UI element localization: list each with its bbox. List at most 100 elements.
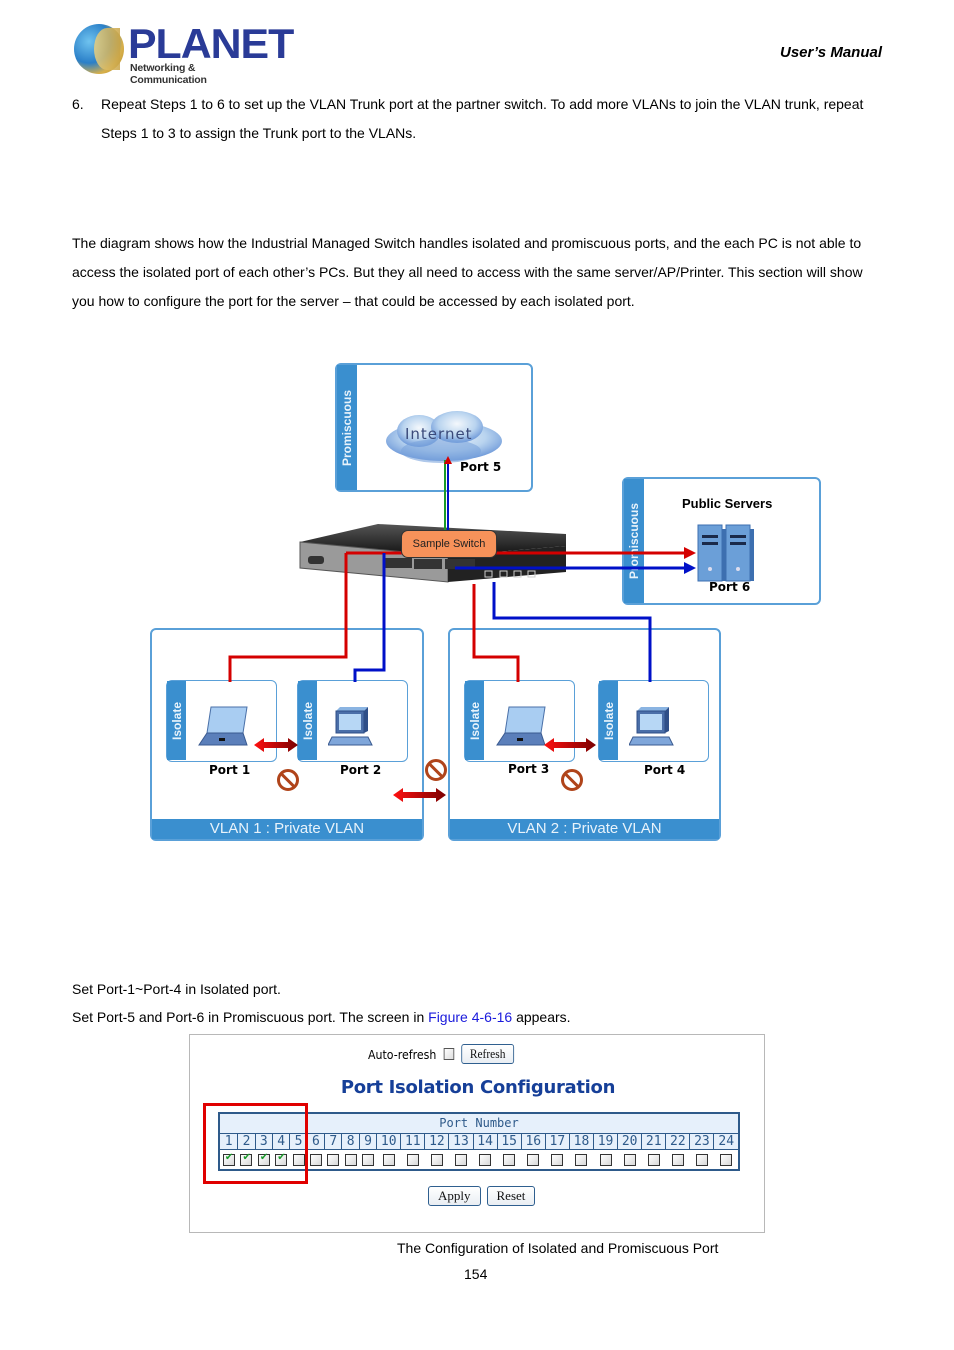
port-checkbox-cell — [400, 1149, 425, 1170]
port-number-cell: 10 — [376, 1132, 402, 1150]
intro-paragraph: The diagram shows how the Industrial Man… — [72, 235, 863, 309]
apply-button[interactable]: Apply — [428, 1186, 481, 1206]
port-isolation-checkbox[interactable] — [327, 1154, 340, 1166]
port-number-cell: 12 — [424, 1132, 450, 1150]
reset-button[interactable]: Reset — [486, 1186, 536, 1206]
host-port4: Isolate — [598, 680, 709, 762]
port-checkbox-cell — [448, 1149, 474, 1170]
figure-caption: The Configuration of Isolated and Promis… — [397, 1240, 719, 1256]
port-number-cell: 7 — [324, 1132, 343, 1150]
instruction-text: appears. — [512, 1009, 571, 1025]
page-number: 154 — [464, 1266, 488, 1282]
port-checkbox-cell — [521, 1149, 546, 1170]
port-checkbox-cell — [424, 1149, 449, 1170]
promiscuous-label: Promiscuous — [624, 479, 644, 603]
instruction-isolated: Set Port-1~Port-4 in Isolated port. — [72, 981, 281, 997]
logo-brand: PLANET — [128, 20, 294, 67]
figure-link[interactable]: Figure 4-6-16 — [428, 1009, 512, 1025]
port4-label: Port 4 — [644, 763, 686, 777]
port1-label: Port 1 — [209, 763, 251, 777]
port-isolation-checkbox[interactable] — [361, 1154, 374, 1166]
port-checkbox-cell — [689, 1149, 714, 1170]
desktop-icon — [328, 707, 373, 746]
port-isolation-checkbox[interactable] — [695, 1154, 708, 1166]
port-checkbox-cell — [593, 1149, 618, 1170]
panel-title: Port Isolation Configuration — [340, 1077, 616, 1098]
port-number-cell: 19 — [593, 1132, 619, 1150]
port-isolation-checkbox[interactable] — [527, 1154, 540, 1166]
action-buttons: Apply Reset — [428, 1186, 536, 1206]
port-checkbox-cell — [617, 1149, 642, 1170]
auto-refresh-checkbox[interactable] — [443, 1048, 454, 1060]
doc-title: User’s Manual — [780, 44, 882, 61]
port-checkbox-cell — [665, 1149, 690, 1170]
host-port1: Isolate — [166, 680, 277, 762]
logo-tagline: Networking & Communication — [130, 62, 207, 86]
port-number-cell: 15 — [496, 1132, 522, 1150]
planet-logo: PLANET Networking & Communication — [72, 20, 294, 86]
port-isolation-checkbox[interactable] — [455, 1154, 467, 1166]
step-number: 6. — [72, 96, 84, 112]
switch-label: Sample Switch — [401, 530, 497, 558]
no-entry-icon — [277, 769, 299, 791]
desktop-icon — [629, 707, 674, 746]
rj45-ports — [384, 558, 475, 569]
port-number-cell: 21 — [641, 1132, 667, 1150]
instruction-promiscuous: Set Port-5 and Port-6 in Promiscuous por… — [72, 1003, 571, 1032]
laptop-icon — [198, 706, 248, 746]
port-checkbox-cell — [307, 1149, 325, 1170]
vlan2-box: Isolate Port 3 Isolate Port 4 VLAN 2 : P… — [448, 628, 721, 841]
promiscuous-label: Promiscuous — [337, 365, 357, 490]
port-number-cell: 20 — [617, 1132, 643, 1150]
port-number-cell: 8 — [341, 1132, 360, 1150]
port-isolation-panel: Auto-refresh Refresh Port Isolation Conf… — [189, 1034, 765, 1233]
vlan1-box: Isolate Port 1 Isolate Port 2 VLAN 1 : P… — [150, 628, 424, 841]
port-checkbox-cell — [341, 1149, 360, 1170]
port-checkbox-cell — [641, 1149, 666, 1170]
instruction-text: Set Port-5 and Port-6 in Promiscuous por… — [72, 1009, 429, 1025]
port-isolation-checkbox[interactable] — [503, 1154, 516, 1166]
port-isolation-checkbox[interactable] — [344, 1154, 357, 1166]
isolate-label: Isolate — [599, 681, 618, 760]
port-isolation-checkbox[interactable] — [599, 1154, 612, 1166]
vlan1-label: VLAN 1 : Private VLAN — [152, 819, 422, 839]
port3-label: Port 3 — [508, 762, 550, 776]
port-checkbox-cell — [473, 1149, 498, 1170]
port-isolation-checkbox[interactable] — [623, 1154, 636, 1166]
port5-label: Port 5 — [460, 460, 502, 474]
port-isolation-checkbox[interactable] — [551, 1154, 564, 1166]
port-number-cell: 16 — [520, 1132, 546, 1150]
internet-label: Internet — [405, 425, 473, 443]
port-isolation-checkbox[interactable] — [479, 1154, 492, 1166]
vlan2-label: VLAN 2 : Private VLAN — [450, 819, 719, 839]
port-isolation-checkbox[interactable] — [575, 1154, 588, 1166]
host-port2: Isolate — [297, 680, 408, 762]
port-number-cell: 14 — [472, 1132, 498, 1150]
server-icon — [697, 524, 754, 582]
refresh-button[interactable]: Refresh — [461, 1044, 515, 1064]
face-silhouette-icon — [94, 28, 120, 70]
highlight-box — [203, 1103, 308, 1184]
port-isolation-checkbox[interactable] — [719, 1154, 732, 1166]
port-isolation-checkbox[interactable] — [382, 1154, 395, 1166]
isolate-label: Isolate — [167, 681, 186, 760]
port-number-cell: 6 — [306, 1132, 326, 1150]
port-number-cell: 13 — [448, 1132, 474, 1150]
no-entry-icon — [561, 769, 583, 791]
port-isolation-checkbox[interactable] — [309, 1154, 322, 1166]
port-checkbox-cell — [324, 1149, 342, 1170]
port-isolation-checkbox[interactable] — [430, 1154, 443, 1166]
laptop-icon — [496, 706, 546, 746]
no-entry-icon — [425, 759, 447, 781]
port-isolation-checkbox[interactable] — [406, 1154, 419, 1166]
port2-label: Port 2 — [340, 763, 382, 777]
port-isolation-checkbox[interactable] — [647, 1154, 660, 1166]
port-isolation-checkbox[interactable] — [671, 1154, 684, 1166]
port-number-cell: 24 — [713, 1132, 740, 1150]
internet-box: Promiscuous Internet Port 5 — [335, 363, 533, 492]
port-number-cell: 17 — [544, 1132, 570, 1150]
public-servers-box: Promiscuous Public Servers Port 6 — [622, 477, 821, 605]
port-number-cell: 22 — [665, 1132, 691, 1150]
port-number-cell: 23 — [689, 1132, 715, 1150]
host-port3: Isolate — [464, 680, 575, 762]
